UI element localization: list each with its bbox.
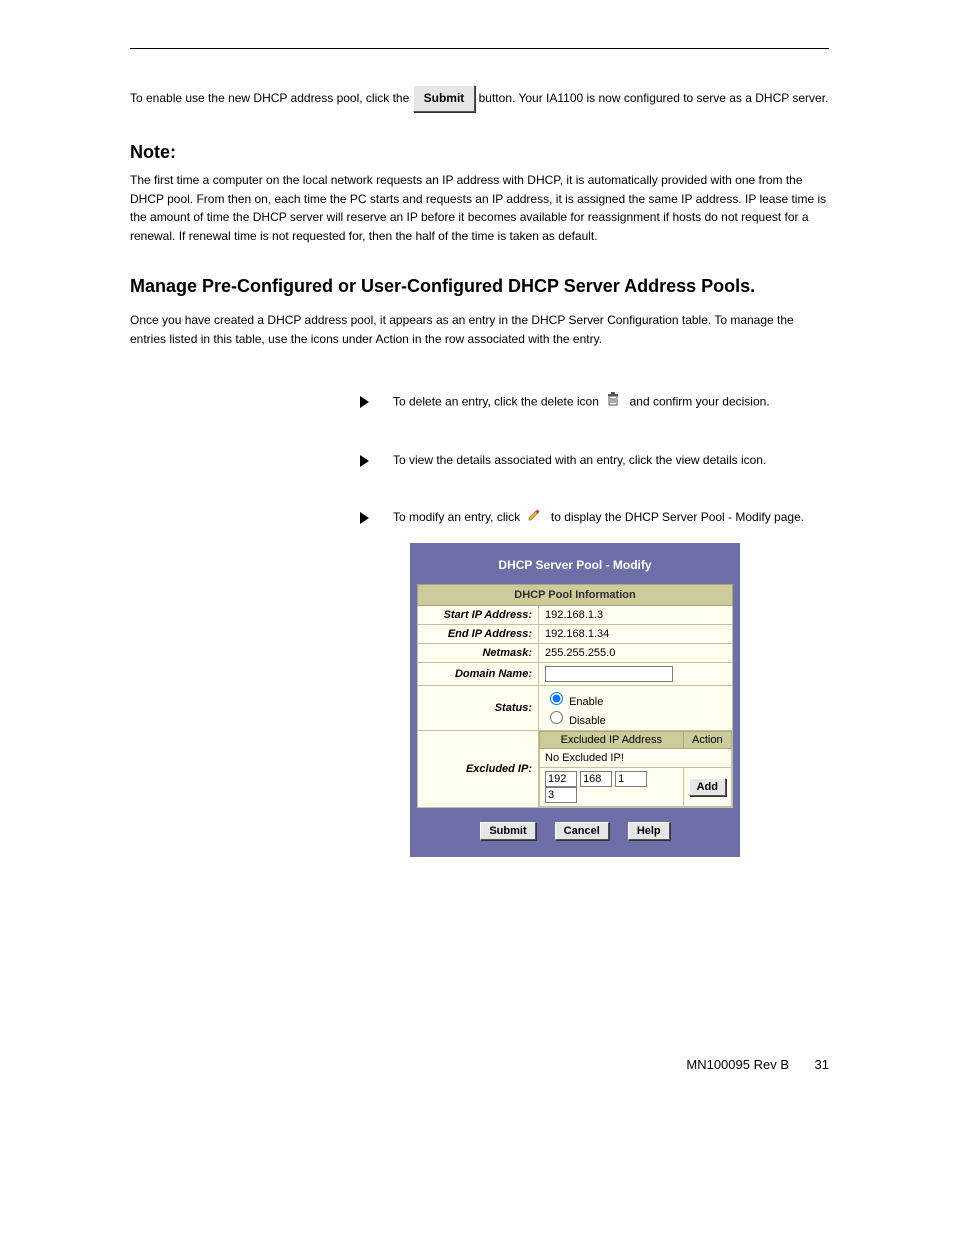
arrow-icon [360,455,369,467]
panel-cancel-button[interactable]: Cancel [555,822,609,840]
domain-input[interactable] [545,666,673,682]
manage-heading: Manage Pre-Configured or User-Configured… [130,276,829,298]
trash-icon [606,392,620,413]
netmask-value: 255.255.255.0 [539,644,733,663]
bullet-delete-text-a: To delete an entry, click the delete ico… [393,395,602,409]
arrow-icon [360,396,369,408]
end-ip-label: End IP Address: [418,625,539,644]
footer-page-number: 31 [789,1057,829,1072]
footer-doc-id: MN100095 Rev B [686,1057,789,1072]
bullet-modify: To modify an entry, click to display the… [360,508,829,528]
page-footer: MN100095 Rev B 31 [130,1057,829,1072]
domain-label: Domain Name: [418,663,539,686]
excluded-label: Excluded IP: [418,731,539,808]
intro-paragraph: To enable use the new DHCP address pool,… [130,85,829,112]
add-button[interactable]: Add [689,778,726,796]
ip-octet-4[interactable] [545,787,577,803]
status-disable-option: Disable [545,715,606,727]
start-ip-value: 192.168.1.3 [539,606,733,625]
excluded-header-action: Action [683,732,731,749]
start-ip-label: Start IP Address: [418,606,539,625]
note-heading: Note: [130,142,829,164]
no-excluded-text: No Excluded IP! [540,749,732,768]
status-enable-option: Enable [545,696,603,708]
bullet-delete: To delete an entry, click the delete ico… [360,392,829,413]
end-ip-value: 192.168.1.34 [539,625,733,644]
bullet-modify-text-b: to display the DHCP Server Pool - Modify… [544,510,804,524]
panel-title: DHCP Server Pool - Modify [417,550,733,584]
status-disable-radio[interactable] [550,711,563,724]
status-enable-radio[interactable] [550,692,563,705]
arrow-icon [360,512,369,524]
submit-button[interactable]: Submit [413,85,476,112]
pool-info-header: DHCP Pool Information [418,585,733,606]
pencil-icon [527,508,541,528]
dhcp-modify-panel: DHCP Server Pool - Modify DHCP Pool Info… [410,543,740,857]
bullet-view: To view the details associated with an e… [360,451,829,470]
ip-octet-3[interactable] [615,771,647,787]
bullet-view-text: To view the details associated with an e… [393,451,766,470]
netmask-label: Netmask: [418,644,539,663]
panel-help-button[interactable]: Help [628,822,670,840]
ip-octet-1[interactable] [545,771,577,787]
status-label: Status: [418,686,539,731]
note-paragraph: The first time a computer on the local n… [130,171,829,245]
bullet-modify-text-a: To modify an entry, click [393,510,524,524]
panel-submit-button[interactable]: Submit [480,822,535,840]
page-header [130,46,829,49]
excluded-header-addr: Excluded IP Address [540,732,684,749]
intro-text-a: To enable use the new DHCP address pool,… [130,91,413,105]
bullet-delete-text-b: and confirm your decision. [623,395,770,409]
excluded-ip-inputs [540,768,684,807]
ip-octet-2[interactable] [580,771,612,787]
manage-paragraph: Once you have created a DHCP address poo… [130,311,829,348]
intro-text-b: button. Your IA1100 is now configured to… [479,91,829,105]
